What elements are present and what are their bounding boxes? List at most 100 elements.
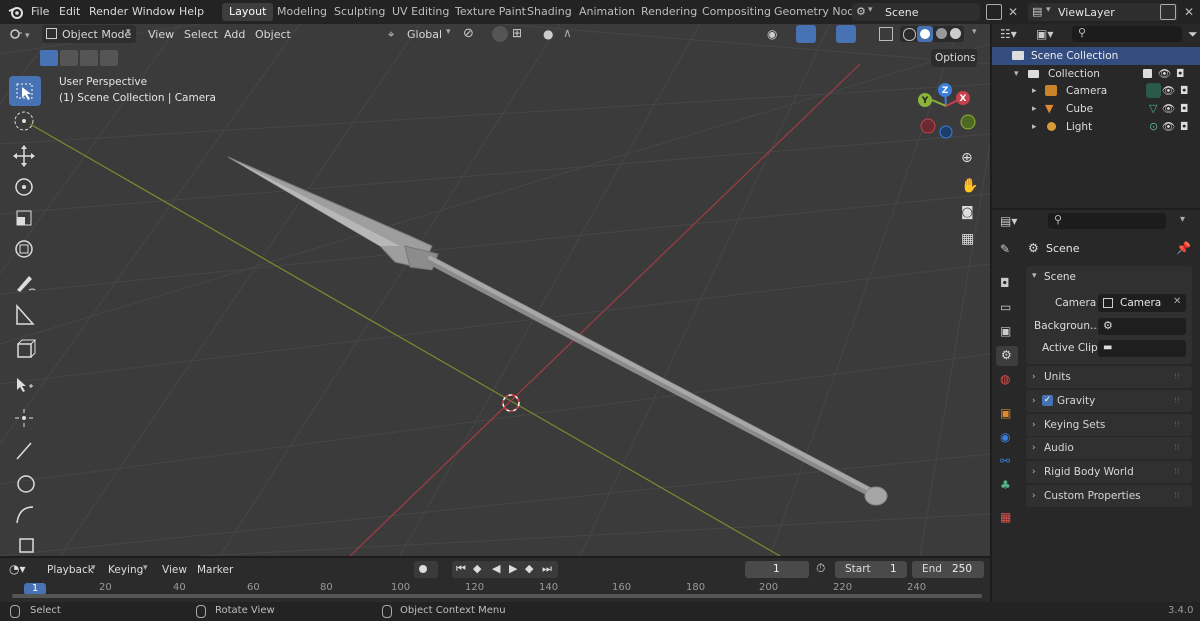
add-curve-tool[interactable]	[9, 499, 41, 529]
texture-tab-icon[interactable]: ▦	[1000, 510, 1011, 524]
close-icon[interactable]: ✕	[1184, 5, 1194, 19]
tab-sculpting[interactable]: Sculpting	[327, 3, 392, 21]
visibility-icon[interactable]: ◉	[767, 27, 777, 41]
editor-type-icon[interactable]: ▾	[8, 27, 34, 44]
options-button[interactable]: Options	[931, 49, 977, 67]
object-data-tab-icon[interactable]: ♣	[1000, 478, 1011, 492]
clear-icon[interactable]: ✕	[1173, 296, 1181, 307]
perspective-grid-icon[interactable]: ▦	[961, 231, 974, 247]
constraints-tab-icon[interactable]: ⚯	[1000, 454, 1010, 468]
timeline-scrollbar[interactable]	[12, 594, 982, 598]
tab-uv-editing[interactable]: UV Editing	[385, 3, 456, 21]
light-data-icon[interactable]: ⊙	[1149, 118, 1158, 136]
end-frame-field[interactable]: End 250	[912, 561, 984, 578]
next-keyframe-icon[interactable]: ◆	[525, 562, 533, 575]
tab-modeling[interactable]: Modeling	[270, 3, 334, 21]
select-new-icon[interactable]	[40, 50, 58, 66]
drag-handle-icon[interactable]: ⁝⁝	[1174, 461, 1180, 483]
menu-view[interactable]: View	[148, 28, 174, 41]
drag-handle-icon[interactable]: ⁝⁝	[1174, 390, 1180, 412]
audio-panel[interactable]: › Audio ⁝⁝	[1026, 437, 1192, 459]
gizmo-toggle-icon[interactable]	[796, 25, 816, 43]
add-plane-tool[interactable]	[9, 529, 41, 559]
start-frame-field[interactable]: Start 1	[835, 561, 907, 578]
prev-keyframe-icon[interactable]: ◆	[473, 562, 481, 575]
navigation-gizmo[interactable]: Z Y X	[914, 82, 980, 142]
shading-mode-group[interactable]	[900, 26, 964, 42]
falloff-icon[interactable]: ∧	[563, 26, 572, 40]
properties-search-input[interactable]: ⚲	[1048, 213, 1166, 229]
pan-hand-icon[interactable]: ✋	[961, 178, 978, 194]
eye-icon[interactable]: 👁	[1162, 118, 1175, 136]
properties-type-icon[interactable]: ▤▾	[1000, 214, 1017, 228]
chevron-down-icon[interactable]: ▾	[972, 27, 977, 37]
menu-help[interactable]: Help	[179, 5, 204, 18]
view-layer-tab-icon[interactable]: ▣	[1000, 324, 1011, 338]
units-panel[interactable]: › Units ⁝⁝	[1026, 366, 1192, 388]
outliner-row-light[interactable]: ▸ Light ⊙ 👁 ◘	[992, 118, 1200, 136]
overlays-toggle-icon[interactable]	[836, 25, 856, 43]
menu-timeline-view[interactable]: View	[162, 564, 187, 576]
jump-end-icon[interactable]: ⏭	[542, 562, 552, 576]
camera-view-icon[interactable]: ◙	[961, 205, 974, 220]
scale-tool[interactable]	[9, 203, 41, 233]
tab-layout[interactable]: Layout	[222, 3, 274, 21]
current-frame-field[interactable]: 1	[745, 561, 809, 578]
menu-select[interactable]: Select	[184, 28, 218, 41]
chevron-down-icon[interactable]: ▾	[1180, 214, 1185, 225]
move-tool[interactable]	[9, 141, 41, 171]
checkbox-icon[interactable]	[1143, 69, 1152, 78]
zoom-icon[interactable]: ⊕	[961, 150, 973, 166]
outliner-type-icon[interactable]: ☷▾	[1000, 27, 1017, 41]
selection-mode-buttons[interactable]	[40, 50, 122, 66]
tool-tab-icon[interactable]: ✎	[1000, 242, 1010, 256]
transform-tool[interactable]	[9, 234, 41, 264]
eye-icon[interactable]: 👁	[1162, 100, 1175, 118]
drag-handle-icon[interactable]: ⁝⁝	[1174, 366, 1180, 388]
tab-rendering[interactable]: Rendering	[634, 3, 704, 21]
orientation-selector[interactable]: Global	[407, 28, 442, 41]
outliner-row-cube[interactable]: ▸ ▼ Cube ▽ 👁 ◘	[992, 100, 1200, 118]
outliner-row-collection[interactable]: ▾ Collection 👁 ◘	[992, 65, 1200, 83]
drag-handle-icon[interactable]: ⁝⁝	[1174, 414, 1180, 436]
new-scene-icon[interactable]	[986, 4, 1002, 20]
render-camera-icon[interactable]: ◘	[1180, 82, 1188, 100]
outliner-row-camera[interactable]: ▸ Camera 👁 ◘	[992, 82, 1200, 100]
chevron-down-icon[interactable]: ▾	[1032, 271, 1037, 281]
menu-render[interactable]: Render	[89, 5, 128, 18]
render-tab-icon[interactable]: ◘	[1000, 276, 1010, 290]
render-camera-icon[interactable]: ◘	[1180, 100, 1188, 118]
timeline-editor-type-icon[interactable]: ◔▾	[9, 562, 26, 576]
annotate-tool[interactable]	[9, 268, 41, 298]
auto-keying-button[interactable]	[414, 561, 438, 578]
camera-field[interactable]: Camera ✕	[1098, 294, 1186, 312]
jump-start-icon[interactable]: ⏮	[456, 562, 466, 576]
eye-icon[interactable]: 👁	[1158, 65, 1171, 83]
menu-object[interactable]: Object	[255, 28, 291, 41]
blender-logo-icon[interactable]	[8, 4, 24, 23]
pin-icon[interactable]: 📌	[1176, 241, 1191, 255]
xray-icon[interactable]	[879, 27, 893, 41]
render-camera-icon[interactable]: ◘	[1176, 65, 1184, 83]
custom-properties-panel[interactable]: › Custom Properties ⁝⁝	[1026, 485, 1192, 507]
menu-edit[interactable]: Edit	[59, 5, 80, 18]
gravity-checkbox[interactable]: ✓	[1042, 395, 1053, 406]
outliner-row-scene-collection[interactable]: Scene Collection	[992, 47, 1200, 65]
solid-shading-icon[interactable]	[917, 26, 933, 42]
close-icon[interactable]: ✕	[1008, 5, 1018, 19]
tab-compositing[interactable]: Compositing	[695, 3, 778, 21]
rendered-shading-icon[interactable]	[950, 28, 961, 39]
drag-handle-icon[interactable]: ⁝⁝	[1174, 485, 1180, 507]
menu-add[interactable]: Add	[224, 28, 245, 41]
outliner-search-input[interactable]: ⚲	[1072, 26, 1182, 42]
render-camera-icon[interactable]: ◘	[1180, 118, 1188, 136]
material-shading-icon[interactable]	[936, 28, 947, 39]
keying-sets-panel[interactable]: › Keying Sets ⁝⁝	[1026, 414, 1192, 436]
add-edge-tool[interactable]	[9, 435, 41, 465]
clock-icon[interactable]: ⏱	[816, 561, 825, 576]
tab-animation[interactable]: Animation	[572, 3, 642, 21]
rotate-tool[interactable]	[9, 172, 41, 202]
rigid-body-world-panel[interactable]: › Rigid Body World ⁝⁝	[1026, 461, 1192, 483]
menu-file[interactable]: File	[31, 5, 49, 18]
output-tab-icon[interactable]: ▭	[1000, 300, 1011, 314]
